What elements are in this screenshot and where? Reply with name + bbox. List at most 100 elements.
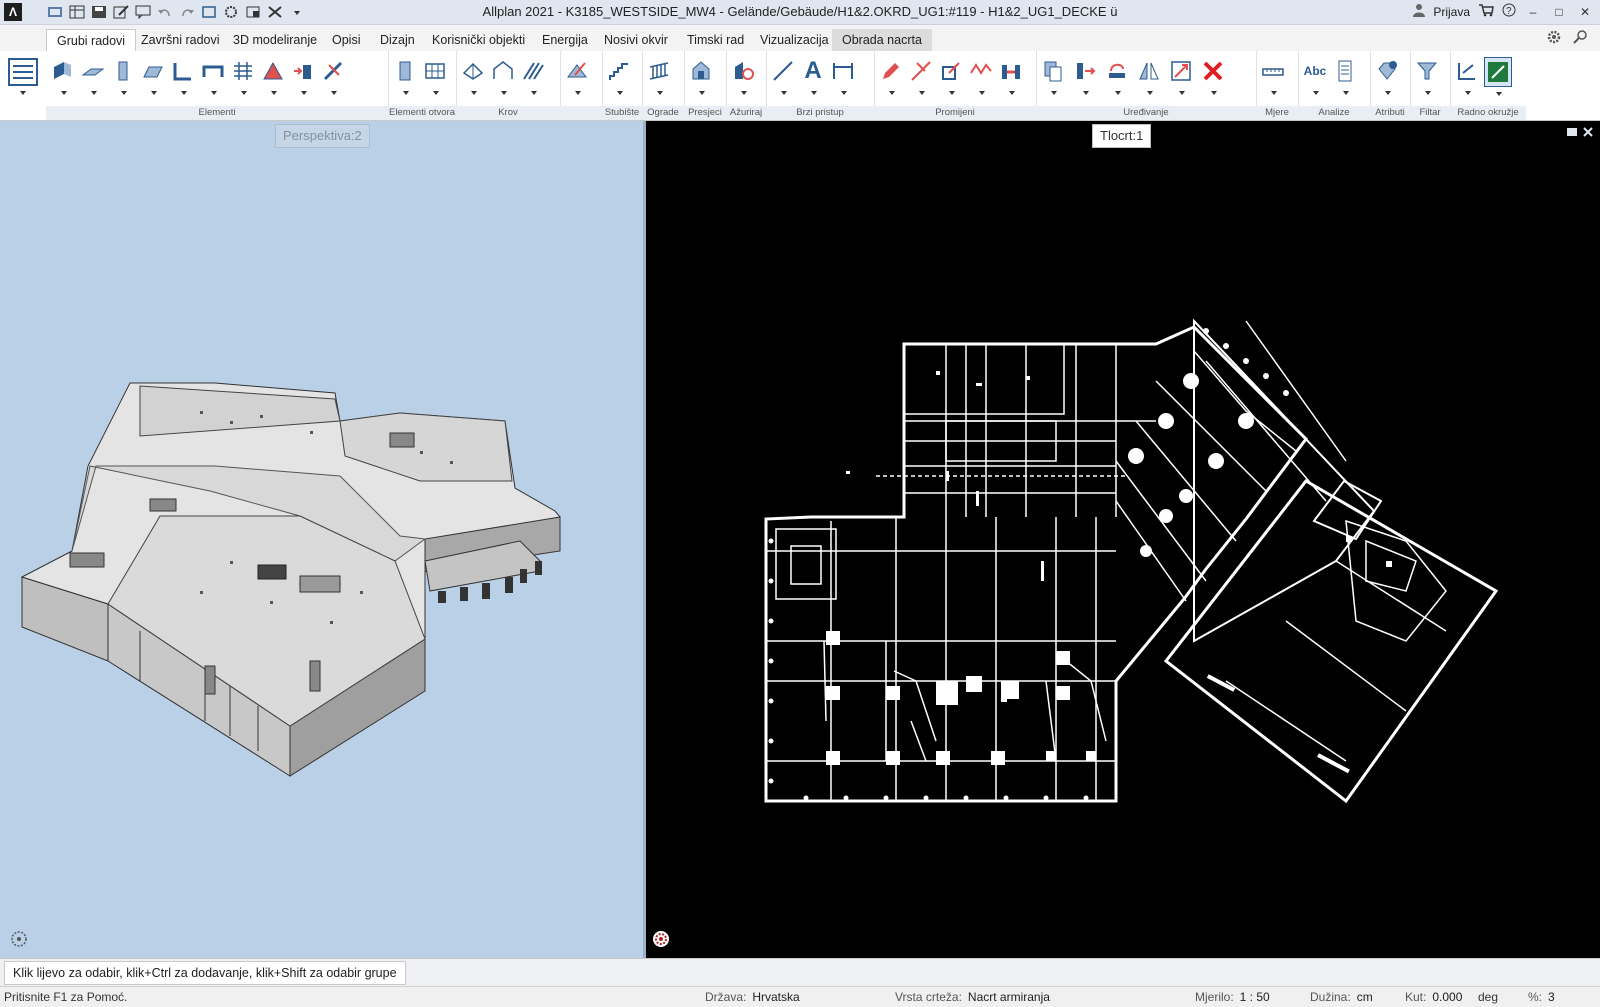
trim-icon[interactable] bbox=[908, 57, 934, 95]
tab-korisnicki-objekti[interactable]: Korisnički objekti bbox=[422, 29, 535, 51]
measure-icon[interactable] bbox=[1260, 57, 1286, 95]
status-angle-value: 0.000 bbox=[1432, 990, 1463, 1004]
status-angle-label: Kut: bbox=[1405, 990, 1427, 1004]
roof-plane-icon[interactable] bbox=[520, 57, 546, 95]
cart-icon[interactable] bbox=[1478, 3, 1494, 20]
status-length[interactable]: Dužina: cm bbox=[1310, 990, 1373, 1004]
roof-icon[interactable] bbox=[460, 57, 486, 95]
status-scale[interactable]: Mjerilo: 1 : 50 bbox=[1195, 990, 1270, 1004]
ribbon-group-stubiste: Stubište bbox=[602, 51, 643, 120]
tab-timski-rad[interactable]: Timski rad bbox=[677, 29, 754, 51]
help-icon[interactable]: ? bbox=[1502, 3, 1516, 20]
dimension-icon[interactable] bbox=[830, 57, 856, 95]
lintel-icon[interactable] bbox=[200, 57, 226, 95]
tab-opisi[interactable]: Opisi bbox=[322, 29, 370, 51]
options-gear-icon[interactable] bbox=[1546, 29, 1562, 48]
building-3d-model[interactable] bbox=[0, 121, 643, 958]
status-bar: Pritisnite F1 za Pomoć. Država: Hrvatska … bbox=[0, 986, 1600, 1007]
status-percent[interactable]: %: 3 bbox=[1528, 990, 1555, 1004]
tab-energija[interactable]: Energija bbox=[532, 29, 598, 51]
user-icon[interactable] bbox=[1413, 3, 1426, 20]
attributes-icon[interactable] bbox=[1374, 57, 1400, 95]
move-icon[interactable] bbox=[1072, 57, 1098, 95]
ribbon-tabs: Grubi radovi Završni radovi 3D modeliran… bbox=[0, 25, 1600, 52]
group-label-azuriraj: Ažuriraj bbox=[726, 106, 766, 120]
viewport-plan[interactable]: Tlocrt:1 bbox=[646, 121, 1600, 958]
ribbon-group-filtar: Filtar bbox=[1410, 51, 1451, 120]
ribbon-group-azuriraj: Ažuriraj bbox=[726, 51, 767, 120]
group-label-uredivanje: Uređivanje bbox=[1036, 106, 1256, 120]
column-icon[interactable] bbox=[110, 57, 136, 95]
abc-icon[interactable]: Abc bbox=[1302, 57, 1328, 95]
ribbon-group-roof-edit bbox=[560, 51, 603, 120]
window-grid-icon[interactable] bbox=[422, 57, 448, 95]
tab-obrada-nacrta[interactable]: Obrada nacrta bbox=[832, 29, 932, 51]
line-icon[interactable] bbox=[770, 57, 796, 95]
svg-text:?: ? bbox=[1506, 6, 1512, 17]
roof-element-icon[interactable] bbox=[260, 57, 286, 95]
pencil-icon[interactable] bbox=[878, 57, 904, 95]
status-country[interactable]: Država: Hrvatska bbox=[705, 990, 800, 1004]
mirror-icon[interactable] bbox=[1136, 57, 1162, 95]
edit-roof-icon[interactable] bbox=[564, 57, 590, 95]
report-icon[interactable] bbox=[1332, 57, 1358, 95]
group-label-radno-okruzje: Radno okružje bbox=[1450, 106, 1526, 120]
filter-icon[interactable] bbox=[1414, 57, 1440, 95]
tab-zavrsni-radovi[interactable]: Završni radovi bbox=[131, 29, 230, 51]
group-label-elementi: Elementi bbox=[46, 106, 388, 120]
join-icon[interactable] bbox=[998, 57, 1024, 95]
group-label-filtar: Filtar bbox=[1410, 106, 1450, 120]
status-length-label: Dužina: bbox=[1310, 990, 1351, 1004]
tab-vizualizacija[interactable]: Vizualizacija bbox=[750, 29, 839, 51]
tab-grubi-radovi[interactable]: Grubi radovi bbox=[46, 29, 137, 52]
search-icon[interactable] bbox=[1572, 29, 1588, 48]
status-angle[interactable]: Kut: 0.000 bbox=[1405, 990, 1462, 1004]
staircase-icon[interactable] bbox=[606, 57, 632, 95]
slab-icon[interactable] bbox=[80, 57, 106, 95]
navigation-wheel-icon[interactable] bbox=[652, 930, 670, 948]
tab-3d-modeliranje[interactable]: 3D modeliranje bbox=[223, 29, 327, 51]
maximize-button[interactable]: □ bbox=[1550, 5, 1568, 19]
delete-icon[interactable] bbox=[1200, 57, 1226, 95]
beam-icon[interactable] bbox=[140, 57, 166, 95]
status-length-value: cm bbox=[1356, 990, 1373, 1004]
status-drawing-type-label: Vrsta crteža: bbox=[895, 990, 962, 1004]
navigation-cube-icon[interactable] bbox=[10, 930, 28, 948]
viewport-perspective[interactable]: Perspektiva:2 bbox=[0, 121, 646, 958]
ribbon: Elementi Elementi otvora Krov Stubište O… bbox=[0, 51, 1600, 121]
status-angle-unit[interactable]: deg bbox=[1478, 990, 1498, 1004]
insert-icon[interactable] bbox=[290, 57, 316, 95]
grid-icon[interactable] bbox=[230, 57, 256, 95]
active-viewport-icon[interactable] bbox=[1484, 57, 1512, 96]
close-button[interactable]: ✕ bbox=[1576, 5, 1594, 19]
scale-icon[interactable] bbox=[1168, 57, 1194, 95]
section-icon[interactable] bbox=[688, 57, 714, 95]
stair-bar-icon[interactable] bbox=[170, 57, 196, 95]
tab-dizajn[interactable]: Dizajn bbox=[370, 29, 425, 51]
ribbon-group-atributi: Atributi bbox=[1370, 51, 1411, 120]
copy-icon[interactable] bbox=[1040, 57, 1066, 95]
tab-nosivi-okvir[interactable]: Nosivi okvir bbox=[594, 29, 678, 51]
railing-icon[interactable] bbox=[646, 57, 672, 95]
modify-icon[interactable] bbox=[320, 57, 346, 95]
stretch-icon[interactable] bbox=[938, 57, 964, 95]
status-drawing-type[interactable]: Vrsta crteža: Nacrt armiranja bbox=[895, 990, 1050, 1004]
dormer-icon[interactable] bbox=[490, 57, 516, 95]
polyline-icon[interactable] bbox=[968, 57, 994, 95]
ribbon-group-ograde: Ograde bbox=[642, 51, 685, 120]
group-label-promijeni: Promijeni bbox=[874, 106, 1036, 120]
actionbar-menu-icon[interactable] bbox=[6, 55, 40, 99]
ribbon-group-radno-okruzje: Radno okružje bbox=[1450, 51, 1526, 120]
update-icon[interactable] bbox=[730, 57, 756, 95]
wall-icon[interactable] bbox=[50, 57, 76, 95]
login-link[interactable]: Prijava bbox=[1433, 5, 1470, 19]
ribbon-group-elementi: Elementi bbox=[46, 51, 389, 120]
minimize-button[interactable]: – bbox=[1524, 5, 1542, 19]
workspace-icon[interactable] bbox=[1454, 57, 1480, 95]
door-icon[interactable] bbox=[392, 57, 418, 95]
floor-plan-drawing[interactable] bbox=[646, 121, 1600, 958]
status-help-text: Pritisnite F1 za Pomoć. bbox=[4, 990, 128, 1004]
ribbon-group-krov: Krov bbox=[456, 51, 561, 120]
rotate-icon[interactable] bbox=[1104, 57, 1130, 95]
text-icon[interactable]: A bbox=[800, 57, 826, 95]
